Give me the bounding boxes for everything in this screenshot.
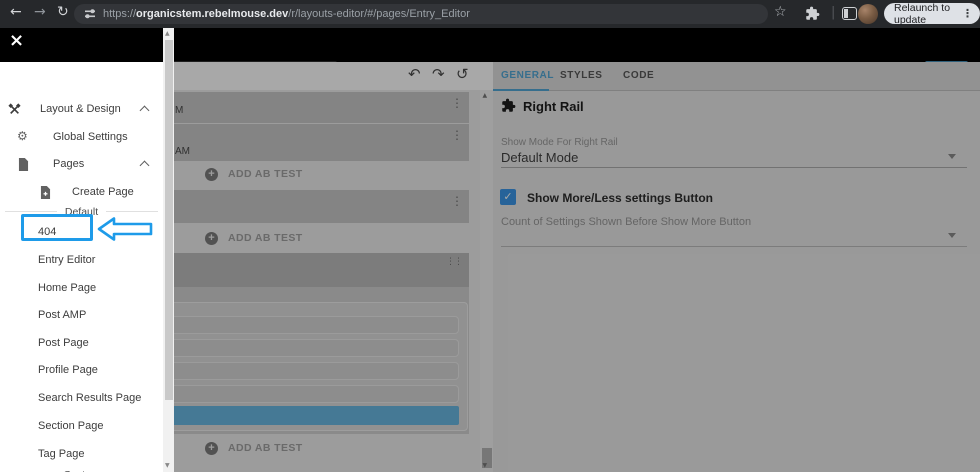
field-underline (501, 167, 967, 168)
field-underline (501, 246, 967, 247)
relaunch-label: Relaunch to update (894, 1, 951, 26)
extensions-icon[interactable] (805, 6, 820, 21)
plus-circle-icon: + (205, 441, 218, 455)
tab-general[interactable]: GENERAL (501, 70, 554, 81)
toolbar-separator: | (831, 5, 836, 20)
chrome-menu-icon[interactable]: ⋮ (962, 8, 973, 19)
page-item-entry-editor[interactable]: Entry Editor (38, 254, 95, 266)
tab-styles[interactable]: STYLES (560, 70, 603, 81)
show-mode-caret-icon[interactable] (948, 154, 956, 159)
scroll-up-icon[interactable]: ▲ (165, 31, 170, 37)
plus-circle-icon: + (205, 167, 218, 181)
chevron-up-icon[interactable] (139, 160, 150, 171)
tab-code[interactable]: CODE (623, 70, 654, 81)
active-tab-underline (493, 89, 549, 91)
file-plus-icon (40, 186, 51, 199)
bookmark-star-icon[interactable]: ☆ (774, 5, 787, 19)
nav-create-page[interactable]: Create Page (0, 185, 163, 201)
nav-global-settings[interactable]: ⚙ Global Settings (0, 130, 163, 146)
reload-icon[interactable]: ↻ (57, 5, 69, 19)
page-item-home-page[interactable]: Home Page (38, 282, 96, 294)
puzzle-icon (502, 98, 516, 112)
drawer-body: Layout & Design ⚙ Global Settings Pages … (0, 62, 163, 472)
scroll-up-icon[interactable]: ▲ (483, 93, 488, 99)
panel-title: Right Rail (523, 99, 584, 114)
side-panel-icon[interactable] (842, 7, 857, 20)
redo-icon[interactable]: ↷ (432, 67, 445, 82)
plus-circle-icon: + (205, 231, 218, 245)
back-icon[interactable]: ← (10, 5, 22, 19)
history-icon[interactable]: ↺ (456, 67, 469, 82)
annotation-arrow-icon (97, 217, 153, 241)
page-item-search-results-page[interactable]: Search Results Page (38, 392, 141, 404)
canvas-scrollbar[interactable]: ▲ ▼ (480, 90, 493, 472)
annotation-highlight-box (21, 214, 93, 241)
show-more-less-label: Show More/Less settings Button (527, 191, 714, 205)
gear-icon: ⚙ (17, 129, 28, 143)
url-bar[interactable]: https://organicstem.rebelmouse.dev/r/lay… (74, 4, 768, 24)
tools-icon (8, 103, 21, 114)
scroll-down-icon[interactable]: ▼ (483, 463, 488, 469)
nav-layout-design[interactable]: Layout & Design (0, 102, 163, 118)
nav-pages[interactable]: Pages (0, 157, 163, 173)
file-icon (18, 158, 29, 171)
drawer-scrollbar[interactable]: ▲ ▼ (163, 28, 174, 472)
group-divider-custom: Custom (0, 468, 163, 472)
scrollbar-thumb[interactable] (164, 40, 173, 400)
count-settings-caret-icon[interactable] (948, 233, 956, 238)
count-settings-label: Count of Settings Shown Before Show More… (501, 216, 752, 228)
page-item-profile-page[interactable]: Profile Page (38, 364, 98, 376)
browser-chrome: ← → ↻ https://organicstem.rebelmouse.dev… (0, 0, 980, 28)
module-drag-handle-icon[interactable]: ⋮⋮ (446, 258, 463, 267)
site-info-icon[interactable] (84, 8, 96, 20)
screen: ← → ↻ https://organicstem.rebelmouse.dev… (0, 0, 980, 472)
scroll-down-icon[interactable]: ▼ (165, 463, 170, 469)
inspector-tabbar: GENERAL STYLES CODE (493, 62, 980, 91)
show-mode-label: Show Mode For Right Rail (501, 137, 618, 148)
url-text[interactable]: https://organicstem.rebelmouse.dev/r/lay… (103, 8, 470, 20)
page-item-post-page[interactable]: Post Page (38, 337, 89, 349)
show-more-less-checkbox[interactable]: ✓ (500, 189, 516, 205)
inspector-panel: GENERAL STYLES CODE Right Rail Show Mode… (493, 62, 980, 472)
chevron-up-icon[interactable] (139, 105, 150, 116)
close-icon[interactable]: × (9, 32, 24, 50)
page-item-section-page[interactable]: Section Page (38, 420, 103, 432)
forward-icon[interactable]: → (34, 5, 46, 19)
show-mode-select[interactable]: Default Mode (501, 150, 578, 165)
undo-icon[interactable]: ↶ (408, 67, 421, 82)
page-item-tag-page[interactable]: Tag Page (38, 448, 84, 460)
relaunch-button[interactable]: Relaunch to update ⋮ (884, 1, 980, 26)
module-menu-icon[interactable]: ⋮ (451, 195, 463, 207)
page-item-post-amp[interactable]: Post AMP (38, 309, 86, 321)
drawer-header: × (0, 28, 163, 62)
module-menu-icon[interactable]: ⋮ (451, 129, 463, 141)
module-title-fragment: M (175, 105, 184, 116)
avatar[interactable] (858, 4, 878, 24)
module-menu-icon[interactable]: ⋮ (451, 97, 463, 109)
module-title-fragment: AM (175, 146, 190, 157)
pages-drawer: × Layout & Design ⚙ Global Settings Page… (0, 28, 174, 472)
